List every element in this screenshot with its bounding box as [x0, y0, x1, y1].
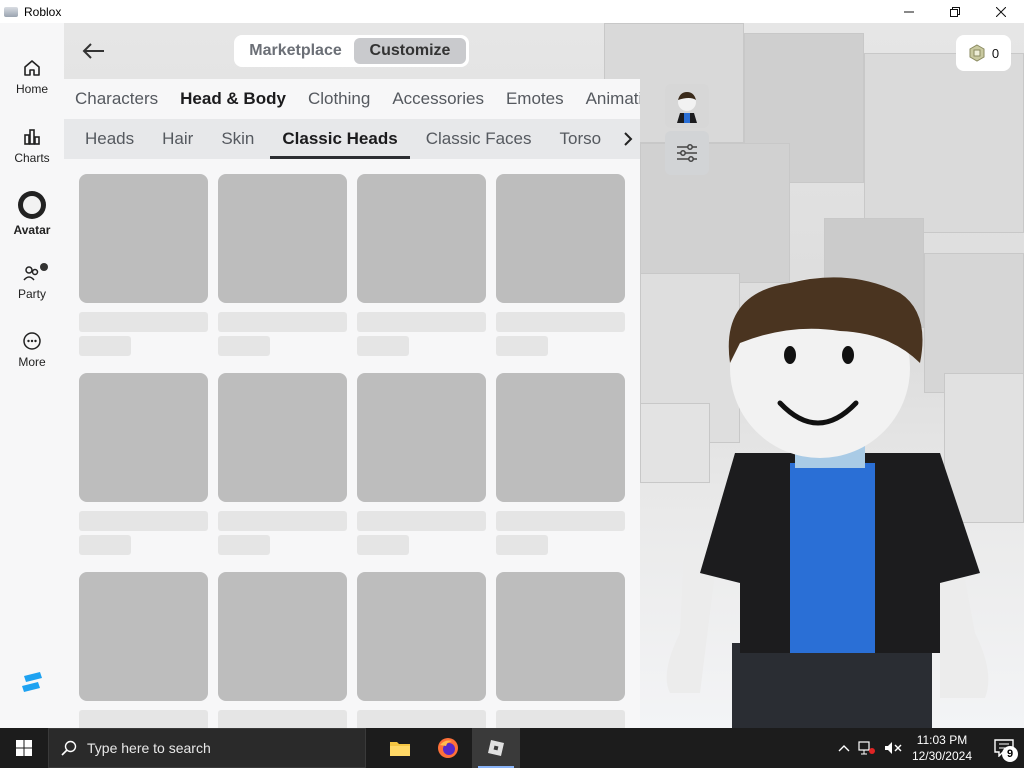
clock-date: 12/30/2024 [911, 749, 972, 763]
item-card-placeholder[interactable] [79, 373, 208, 555]
customize-tab[interactable]: Customize [354, 38, 466, 64]
taskbar-search[interactable]: Type here to search [48, 728, 366, 768]
taskbar-roblox[interactable] [472, 728, 520, 768]
window-controls [886, 0, 1024, 23]
minimize-button[interactable] [886, 0, 932, 23]
avatar-icon [18, 191, 46, 219]
scene-block [864, 53, 1024, 233]
tab-characters[interactable]: Characters [75, 89, 158, 109]
windows-logo-icon [16, 740, 32, 756]
back-arrow-icon [82, 43, 104, 59]
customize-panel: Characters Head & Body Clothing Accessor… [64, 79, 640, 728]
maximize-button[interactable] [932, 0, 978, 23]
windows-taskbar: Type here to search 11:03 PM 12/30/2024 … [0, 728, 1024, 768]
subtab-hair[interactable]: Hair [162, 119, 193, 159]
close-button[interactable] [978, 0, 1024, 23]
taskbar-file-explorer[interactable] [376, 728, 424, 768]
nav-label-more: More [18, 355, 46, 369]
roblox-app-icon [4, 6, 18, 17]
avatar-pants [732, 643, 932, 728]
subtab-torso[interactable]: Torso [560, 119, 602, 159]
tab-emotes[interactable]: Emotes [506, 89, 564, 109]
subcategory-tabs: Heads Hair Skin Classic Heads Classic Fa… [64, 119, 640, 159]
charts-icon [24, 129, 40, 145]
back-button[interactable] [80, 38, 108, 64]
item-card-placeholder[interactable] [218, 373, 347, 555]
roblox-icon [488, 740, 504, 756]
nav-item-home[interactable]: Home [0, 58, 64, 96]
nav-item-charts[interactable]: Charts [0, 127, 64, 165]
item-card-placeholder[interactable] [357, 373, 486, 555]
marketplace-tab[interactable]: Marketplace [237, 38, 354, 64]
avatar-preview-button[interactable] [665, 84, 709, 128]
more-icon [23, 332, 41, 350]
party-notification-dot [40, 263, 48, 271]
nav-label-home: Home [15, 82, 48, 96]
subtab-skin[interactable]: Skin [221, 119, 254, 159]
item-card-placeholder[interactable] [357, 174, 486, 356]
taskbar-clock[interactable]: 11:03 PM 12/30/2024 [912, 732, 972, 764]
subtab-heads[interactable]: Heads [85, 119, 134, 159]
item-card-placeholder[interactable] [79, 174, 208, 356]
chevron-up-icon[interactable] [838, 744, 850, 752]
system-tray: 11:03 PM 12/30/2024 9 [838, 728, 1024, 768]
avatar-shirt [790, 463, 875, 653]
robux-amount: 0 [991, 45, 1000, 61]
nav-label-party: Party [17, 287, 46, 301]
window-title: Roblox [24, 4, 62, 19]
notification-count: 9 [1002, 746, 1018, 762]
window-titlebar: Roblox [0, 0, 1024, 23]
search-icon [61, 740, 77, 756]
item-card-placeholder[interactable] [496, 572, 625, 728]
home-icon [24, 60, 40, 76]
item-card-placeholder[interactable] [218, 572, 347, 728]
item-card-placeholder[interactable] [218, 174, 347, 356]
start-button[interactable] [0, 728, 48, 768]
folder-icon [390, 742, 410, 756]
firefox-icon [438, 738, 458, 758]
subtab-classic-faces[interactable]: Classic Faces [426, 119, 532, 159]
nav-item-more[interactable]: More [0, 331, 64, 369]
mode-switch: Marketplace Customize [234, 35, 469, 67]
roblox-studio-icon[interactable] [20, 670, 44, 694]
avatar-right-eye [842, 346, 854, 364]
tab-head-and-body[interactable]: Head & Body [180, 89, 286, 109]
clock-time: 11:03 PM [916, 733, 968, 747]
category-tabs: Characters Head & Body Clothing Accessor… [64, 79, 640, 119]
avatar-character [666, 277, 989, 728]
item-card-placeholder[interactable] [357, 572, 486, 728]
avatar-left-eye [784, 346, 796, 364]
left-navigation: Home Charts Avatar Party More [0, 23, 64, 728]
party-icon [23, 266, 39, 281]
avatar-thumbnail-icon [677, 92, 697, 123]
robux-balance[interactable]: 0 [956, 35, 1011, 71]
filter-button[interactable] [665, 131, 709, 175]
minimize-icon [904, 11, 914, 12]
subtabs-next-button[interactable] [615, 119, 640, 159]
tab-accessories[interactable]: Accessories [392, 89, 484, 109]
robux-icon [969, 44, 985, 62]
item-card-placeholder[interactable] [496, 174, 625, 356]
item-card-placeholder[interactable] [79, 572, 208, 728]
network-icon[interactable] [858, 741, 876, 755]
nav-item-party[interactable]: Party [0, 263, 64, 301]
subtab-classic-heads[interactable]: Classic Heads [270, 119, 411, 159]
taskbar-firefox[interactable] [424, 728, 472, 768]
nav-label-avatar: Avatar [13, 223, 51, 237]
nav-item-avatar[interactable]: Avatar [0, 191, 64, 237]
nav-label-charts: Charts [14, 151, 50, 165]
item-card-placeholder[interactable] [496, 373, 625, 555]
search-placeholder: Type here to search [87, 740, 211, 756]
sliders-icon [677, 144, 697, 162]
restore-icon [950, 6, 960, 17]
close-icon [996, 6, 1006, 17]
tab-animations[interactable]: Animations [586, 89, 640, 109]
volume-muted-icon[interactable] [884, 741, 902, 755]
tab-clothing[interactable]: Clothing [308, 89, 370, 109]
notification-center-button[interactable]: 9 [984, 728, 1024, 768]
chevron-right-icon [623, 132, 632, 146]
